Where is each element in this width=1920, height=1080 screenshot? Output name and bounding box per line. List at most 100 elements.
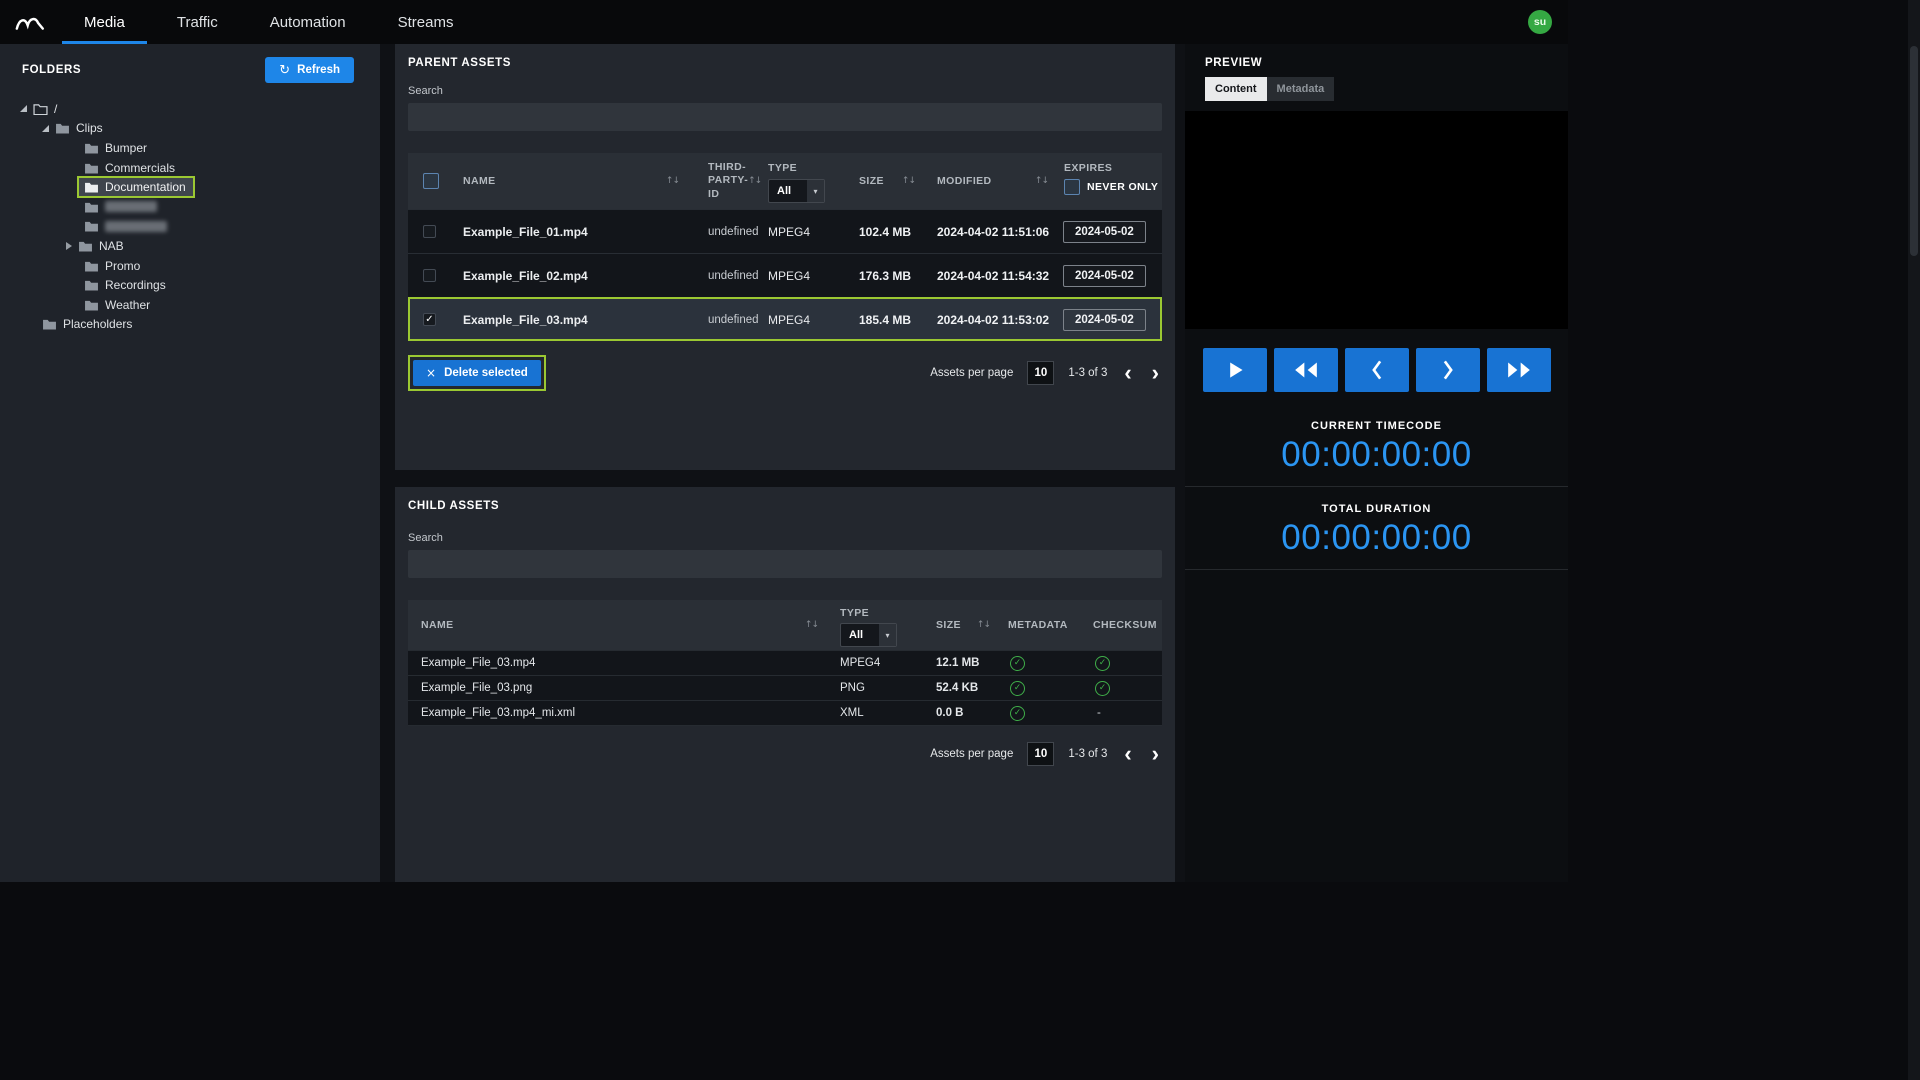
tree-item-recordings[interactable]: Recordings [0, 275, 380, 295]
previous-page-icon[interactable]: ‹ [1121, 743, 1134, 765]
asset-type: MPEG4 [840, 657, 880, 669]
rewind-icon [1292, 360, 1320, 380]
delete-selected-button[interactable]: × Delete selected [413, 360, 541, 386]
close-icon: × [426, 366, 436, 380]
parent-asset-row[interactable]: Example_File_02.mp4 undefined MPEG4 176.… [408, 253, 1162, 297]
child-search-input[interactable] [408, 550, 1162, 578]
never-only-checkbox[interactable] [1064, 179, 1080, 195]
asset-size: 0.0 B [936, 707, 964, 719]
tree-item-clips[interactable]: Clips [0, 119, 380, 139]
row-checkbox[interactable] [423, 269, 436, 282]
tree-item-redacted[interactable] [0, 217, 380, 237]
tab-content[interactable]: Content [1205, 77, 1267, 101]
tab-metadata[interactable]: Metadata [1267, 77, 1335, 101]
tab-media[interactable]: Media [62, 0, 147, 44]
folder-icon [84, 299, 99, 311]
current-timecode-label: CURRENT TIMECODE [1185, 420, 1568, 432]
per-page-value[interactable]: 10 [1027, 742, 1054, 766]
asset-name: Example_File_01.mp4 [463, 225, 588, 239]
parent-search-input[interactable] [408, 103, 1162, 131]
tree-item-documentation[interactable]: Documentation [0, 177, 380, 197]
parent-asset-row-selected[interactable]: ✓ Example_File_03.mp4 undefined MPEG4 18… [408, 297, 1162, 341]
expires-chip[interactable]: 2024-05-02 [1063, 265, 1146, 287]
tab-traffic[interactable]: Traffic [155, 0, 240, 44]
preview-panel: PREVIEW Content Metadata [1185, 44, 1568, 882]
tree-item-label: Promo [105, 259, 140, 273]
preview-tabs: Content Metadata [1205, 77, 1548, 101]
per-page-value[interactable]: 10 [1027, 361, 1054, 385]
expand-arrow-icon[interactable] [20, 105, 27, 112]
column-type: TYPE [768, 162, 797, 174]
expand-arrow-icon[interactable] [42, 125, 49, 132]
asset-type: MPEG4 [768, 313, 810, 327]
child-asset-row[interactable]: Example_File_03.png PNG 52.4 KB ✓ ✓ [408, 675, 1162, 700]
expires-chip[interactable]: 2024-05-02 [1063, 221, 1146, 243]
scrollbar-thumb[interactable] [1910, 46, 1918, 256]
column-size: SIZE [936, 619, 961, 631]
tree-item-redacted[interactable] [0, 197, 380, 217]
next-page-icon[interactable]: › [1149, 743, 1162, 765]
asset-size: 176.3 MB [859, 269, 911, 283]
checksum-ok-icon: ✓ [1095, 656, 1110, 671]
tab-streams[interactable]: Streams [376, 0, 476, 44]
asset-size: 102.4 MB [859, 225, 911, 239]
play-button[interactable] [1203, 348, 1267, 392]
column-checksum: CHECKSUM [1093, 619, 1157, 631]
sort-icon[interactable]: ↑↓ [805, 620, 818, 630]
row-checkbox[interactable] [423, 225, 436, 238]
parent-asset-row[interactable]: Example_File_01.mp4 undefined MPEG4 102.… [408, 209, 1162, 253]
expires-chip[interactable]: 2024-05-02 [1063, 309, 1146, 331]
tree-item-label: Bumper [105, 141, 147, 155]
sort-icon[interactable]: ↑↓ [666, 176, 679, 186]
sort-icon[interactable]: ↑↓ [1035, 176, 1048, 186]
tree-item-bumper[interactable]: Bumper [0, 138, 380, 158]
next-page-icon[interactable]: › [1149, 362, 1162, 384]
asset-name: Example_File_03.png [421, 682, 532, 694]
child-asset-row[interactable]: Example_File_03.mp4_mi.xml XML 0.0 B ✓ - [408, 700, 1162, 725]
tree-item-commercials[interactable]: Commercials [0, 158, 380, 178]
asset-name: Example_File_02.mp4 [463, 269, 588, 283]
user-avatar[interactable]: su [1528, 10, 1552, 34]
tab-automation[interactable]: Automation [248, 0, 368, 44]
select-all-checkbox[interactable] [423, 173, 439, 189]
tree-item-root[interactable]: / [0, 99, 380, 119]
asset-size: 185.4 MB [859, 313, 911, 327]
previous-page-icon[interactable]: ‹ [1121, 362, 1134, 384]
asset-size: 52.4 KB [936, 682, 978, 694]
tree-item-label: NAB [99, 239, 124, 253]
collapse-arrow-icon[interactable] [66, 242, 72, 250]
child-table-header: NAME ↑↓ TYPE All ▾ SIZ [408, 600, 1162, 650]
asset-type: MPEG4 [768, 269, 810, 283]
tree-item-weather[interactable]: Weather [0, 295, 380, 315]
redacted-label [105, 221, 167, 232]
range-text: 1-3 of 3 [1068, 748, 1107, 760]
tree-item-promo[interactable]: Promo [0, 256, 380, 276]
child-assets-panel: CHILD ASSETS Search NAME ↑↓ TYPE [395, 487, 1175, 882]
delete-selected-label: Delete selected [444, 367, 528, 379]
refresh-button[interactable]: ↻ Refresh [265, 57, 354, 83]
sort-icon[interactable]: ↑↓ [977, 620, 990, 630]
row-checkbox-checked[interactable]: ✓ [423, 313, 436, 326]
child-asset-row[interactable]: Example_File_03.mp4 MPEG4 12.1 MB ✓ ✓ [408, 650, 1162, 675]
column-modified: MODIFIED [937, 175, 992, 187]
app-logo[interactable] [0, 0, 62, 44]
rewind-button[interactable] [1274, 348, 1338, 392]
folder-icon [84, 142, 99, 154]
asset-modified: 2024-04-02 11:51:06 [937, 225, 1049, 239]
scrollbar[interactable] [1908, 0, 1920, 1080]
per-page-label: Assets per page [930, 367, 1013, 379]
tree-item-label: Placeholders [63, 317, 132, 331]
metadata-ok-icon: ✓ [1010, 656, 1025, 671]
top-navigation: Media Traffic Automation Streams su [0, 0, 1568, 44]
type-filter-dropdown[interactable]: All ▾ [768, 179, 825, 203]
fast-forward-button[interactable] [1487, 348, 1551, 392]
sort-icon[interactable]: ↑↓ [902, 176, 915, 186]
type-filter-dropdown[interactable]: All ▾ [840, 623, 897, 647]
app-window: Media Traffic Automation Streams su FOLD… [0, 0, 1568, 882]
next-frame-button[interactable] [1416, 348, 1480, 392]
video-preview[interactable] [1185, 111, 1568, 329]
metadata-ok-icon: ✓ [1010, 681, 1025, 696]
tree-item-placeholders[interactable]: Placeholders [0, 315, 380, 335]
tree-item-nab[interactable]: NAB [0, 236, 380, 256]
previous-frame-button[interactable] [1345, 348, 1409, 392]
